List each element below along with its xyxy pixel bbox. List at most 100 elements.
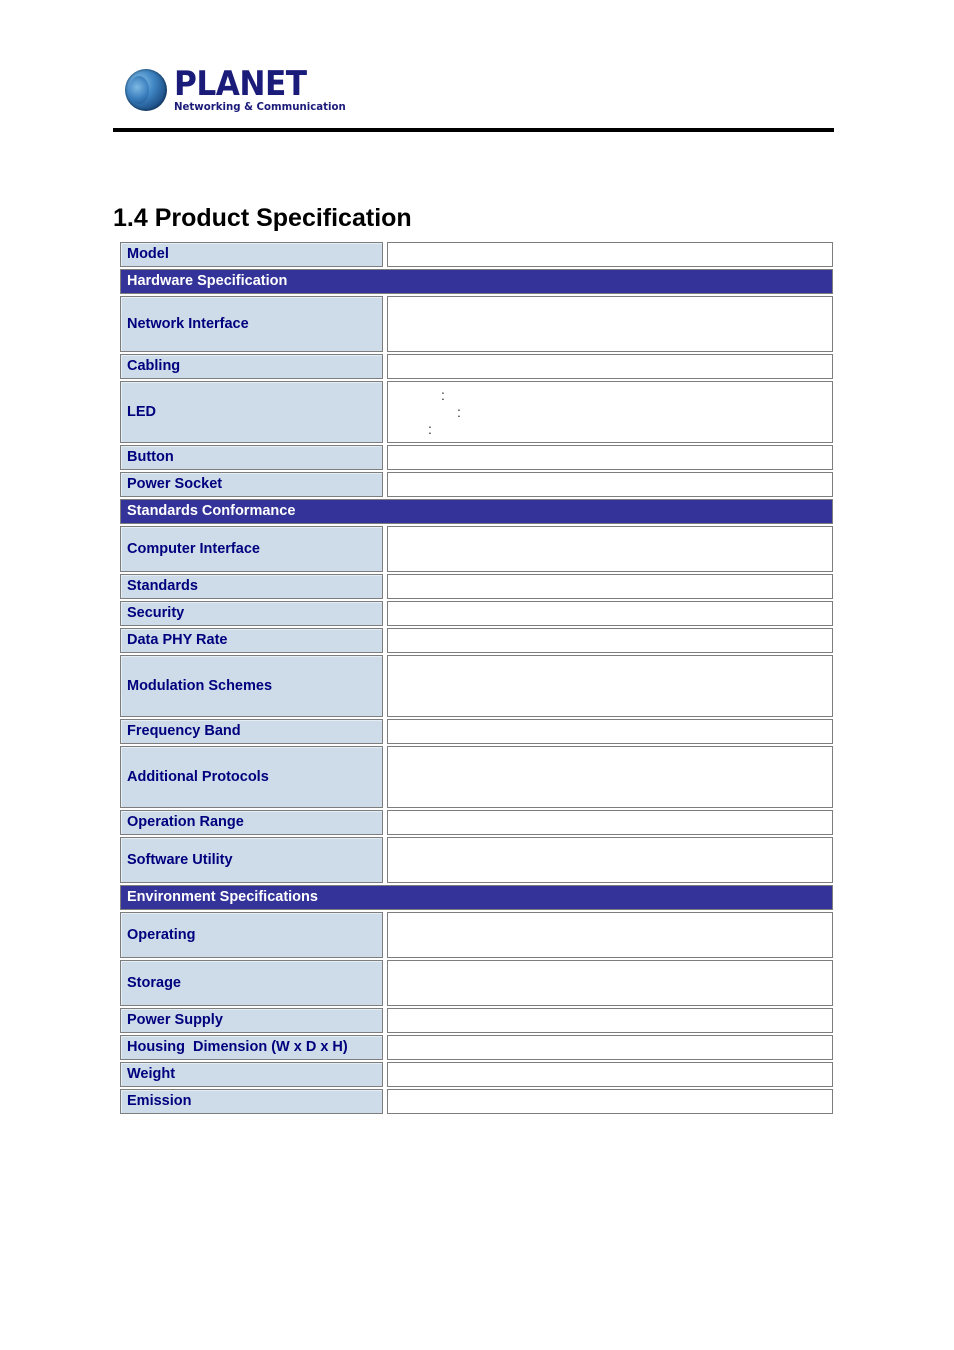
- table-row: Hardware Specification: [120, 269, 833, 294]
- spec-label-cell: Housing Dimension (W x D x H): [120, 1035, 383, 1060]
- spec-value-cell[interactable]: [387, 1008, 833, 1033]
- spec-label-cell: Network Interface: [120, 296, 383, 352]
- spec-label-cell: Computer Interface: [120, 526, 383, 572]
- globe-icon: [125, 69, 167, 111]
- spec-value-cell[interactable]: [387, 1062, 833, 1087]
- spec-value-cell[interactable]: [387, 601, 833, 626]
- table-row: Power Supply: [120, 1008, 833, 1033]
- spec-label-text: Model: [127, 246, 169, 262]
- section-header-label: Hardware Specification: [127, 273, 288, 289]
- spec-label-text: Computer Interface: [127, 540, 260, 557]
- table-row: Housing Dimension (W x D x H): [120, 1035, 833, 1060]
- logo-tagline-text: Networking & Communication: [174, 101, 346, 113]
- section-header-row: Hardware Specification: [120, 269, 833, 294]
- spec-value-cell[interactable]: [387, 960, 833, 1006]
- spec-value-cell[interactable]: [387, 837, 833, 883]
- spec-label-cell: Standards: [120, 574, 383, 599]
- spec-value-cell[interactable]: [387, 746, 833, 808]
- spec-label-text: Storage: [127, 974, 181, 991]
- spec-label-cell: Modulation Schemes: [120, 655, 383, 717]
- table-row: Modulation Schemes: [120, 655, 833, 717]
- spec-label-cell: Storage: [120, 960, 383, 1006]
- header-divider-rule: [113, 128, 834, 132]
- spec-label-cell: Operation Range: [120, 810, 383, 835]
- spec-value-cell[interactable]: [387, 526, 833, 572]
- spec-label-cell: Additional Protocols: [120, 746, 383, 808]
- spec-label-cell: Data PHY Rate: [120, 628, 383, 653]
- spec-value-cell[interactable]: [387, 1089, 833, 1114]
- table-row: Computer Interface: [120, 526, 833, 572]
- spec-value-cell[interactable]: [387, 242, 833, 267]
- spec-value-cell[interactable]: [387, 719, 833, 744]
- table-row: LED:::: [120, 381, 833, 443]
- spec-value-cell[interactable]: [387, 628, 833, 653]
- table-row: Operating: [120, 912, 833, 958]
- table-row: Storage: [120, 960, 833, 1006]
- spec-label-text: LED: [127, 403, 156, 420]
- table-row: Cabling: [120, 354, 833, 379]
- spec-label-text: Emission: [127, 1093, 192, 1109]
- table-row: Operation Range: [120, 810, 833, 835]
- led-mark-3: :: [428, 421, 432, 437]
- table-row: Standards Conformance: [120, 499, 833, 524]
- planet-logo: PLANET Networking & Communication: [125, 67, 351, 113]
- led-mark-2: :: [457, 404, 461, 420]
- spec-value-cell[interactable]: [387, 912, 833, 958]
- spec-label-text: Additional Protocols: [127, 768, 269, 785]
- led-mark-1: :: [441, 387, 445, 403]
- table-row: Frequency Band: [120, 719, 833, 744]
- table-row: Additional Protocols: [120, 746, 833, 808]
- section-header-label: Environment Specifications: [127, 889, 318, 905]
- spec-value-cell[interactable]: [387, 655, 833, 717]
- spec-label-cell: Security: [120, 601, 383, 626]
- globe-rim: [125, 69, 167, 111]
- spec-label-text: Button: [127, 449, 174, 465]
- spec-label-text: Modulation Schemes: [127, 677, 273, 694]
- spec-label-text: Operation Range: [127, 814, 244, 830]
- spec-label-text: Frequency Band: [127, 723, 241, 739]
- section-header-row: Standards Conformance: [120, 499, 833, 524]
- page-title: 1.4 Product Specification: [113, 203, 412, 232]
- spec-label-cell: Cabling: [120, 354, 383, 379]
- spec-value-cell[interactable]: [387, 810, 833, 835]
- spec-label-text: Network Interface: [127, 315, 249, 332]
- table-row: Environment Specifications: [120, 885, 833, 910]
- spec-label-text: Software Utility: [127, 851, 233, 868]
- spec-value-cell[interactable]: [387, 472, 833, 497]
- table-row: Button: [120, 445, 833, 470]
- table-row: Model: [120, 242, 833, 267]
- spec-label-text: Data PHY Rate: [127, 632, 228, 648]
- table-row: Data PHY Rate: [120, 628, 833, 653]
- spec-label-text: Housing Dimension (W x D x H): [127, 1039, 348, 1055]
- spec-label-text: Standards: [127, 578, 198, 594]
- section-header-label: Standards Conformance: [127, 503, 296, 519]
- spec-label-text: Power Supply: [127, 1012, 223, 1028]
- page-header: PLANET Networking & Communication: [113, 62, 834, 134]
- spec-label-cell: Frequency Band: [120, 719, 383, 744]
- spec-value-cell[interactable]: [387, 296, 833, 352]
- product-specification-table: Model Hardware Specification Network Inter…: [120, 242, 833, 1116]
- led-value-marks: :::: [388, 382, 832, 442]
- table-row: Security: [120, 601, 833, 626]
- logo-wordmark: PLANET Networking & Communication: [174, 67, 351, 113]
- spec-label-cell: Operating: [120, 912, 383, 958]
- spec-label-text: Weight: [127, 1066, 176, 1082]
- spec-label-cell: Button: [120, 445, 383, 470]
- spec-value-cell[interactable]: [387, 1035, 833, 1060]
- spec-value-cell[interactable]: [387, 354, 833, 379]
- spec-label-cell: Weight: [120, 1062, 383, 1087]
- table-row: Emission: [120, 1089, 833, 1114]
- table-row: Network Interface: [120, 296, 833, 352]
- spec-label-cell: Power Supply: [120, 1008, 383, 1033]
- spec-label-cell: Emission: [120, 1089, 383, 1114]
- table-row: Software Utility: [120, 837, 833, 883]
- table-row: Standards: [120, 574, 833, 599]
- spec-value-cell[interactable]: :::: [387, 381, 833, 443]
- spec-label-text: Security: [127, 605, 185, 621]
- spec-label-cell: Model: [120, 242, 383, 267]
- table-row: Power Socket: [120, 472, 833, 497]
- logo-brand-text: PLANET: [174, 64, 307, 104]
- spec-value-cell[interactable]: [387, 445, 833, 470]
- spec-value-cell[interactable]: [387, 574, 833, 599]
- spec-label-text: Operating: [127, 926, 196, 943]
